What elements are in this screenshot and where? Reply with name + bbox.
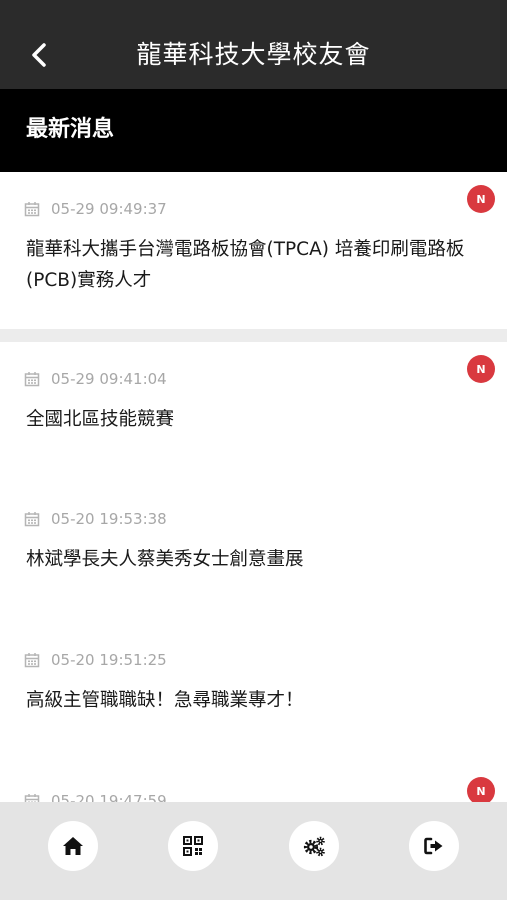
new-badge: N [467,185,495,213]
news-date: 05-20 19:53:38 [51,510,167,528]
new-badge: N [467,777,495,802]
news-item[interactable]: 05-20 19:51:25 高級主管職職缺！急尋職業專才！ [0,623,507,780]
news-date: 05-29 09:41:04 [51,370,167,388]
logout-button[interactable] [409,821,459,871]
news-title: 高級主管職職缺！急尋職業專才！ [26,690,304,711]
app-header: 龍華科技大學校友會 [0,0,507,89]
news-list: 05-29 09:49:37 龍華科大攜手台灣電路板協會(TPCA) 培養印刷電… [0,172,507,802]
settings-gears-icon [303,836,325,857]
bottom-nav [0,802,507,900]
qr-code-icon [183,836,203,856]
calendar-icon [24,512,40,527]
home-button[interactable] [48,821,98,871]
news-date: 05-20 19:51:25 [51,651,167,669]
news-date: 05-20 19:47:59 [51,792,167,802]
news-item[interactable]: 05-20 19:53:38 林斌學長夫人蔡美秀女士創意畫展 [0,482,507,639]
news-title: 全國北區技能競賽 [26,409,175,430]
calendar-icon [24,202,40,217]
qr-code-button[interactable] [168,821,218,871]
logout-icon [424,837,443,855]
section-header: 最新消息 [0,89,507,172]
new-badge: N [467,355,495,383]
page-title: 龍華科技大學校友會 [136,40,371,69]
news-date: 05-29 09:49:37 [51,200,167,218]
home-icon [63,837,83,855]
calendar-icon [24,794,40,802]
news-item[interactable]: 05-29 09:41:04 全國北區技能競賽 N [0,342,507,499]
section-title: 最新消息 [26,117,115,142]
news-title: 林斌學長夫人蔡美秀女士創意畫展 [26,549,304,570]
calendar-icon [24,653,40,668]
news-title: 龍華科大攜手台灣電路板協會(TPCA) 培養印刷電路板(PCB)實務人才 [26,239,465,291]
news-item[interactable]: 05-29 09:49:37 龍華科大攜手台灣電路板協會(TPCA) 培養印刷電… [0,172,507,329]
calendar-icon [24,372,40,387]
settings-button[interactable] [289,821,339,871]
news-item[interactable]: 05-20 19:47:59 N [0,764,507,802]
